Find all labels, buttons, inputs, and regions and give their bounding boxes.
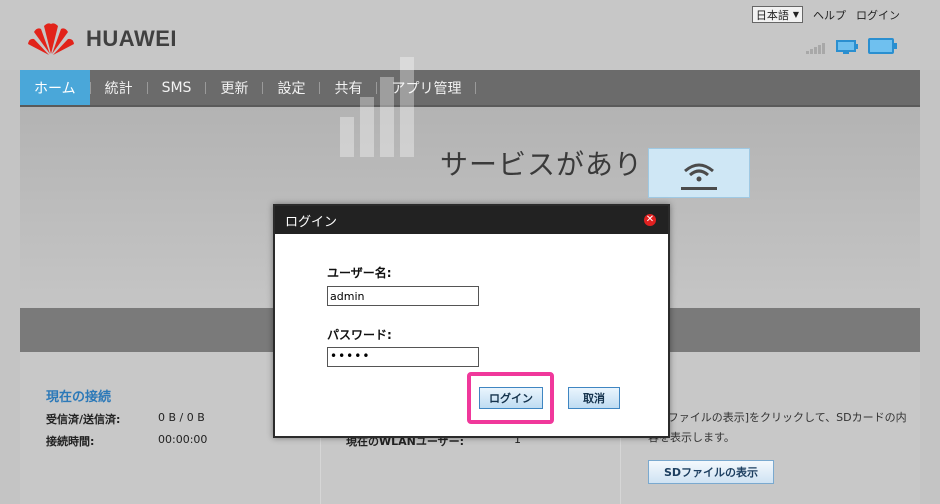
- duration-label: 接続時間:: [46, 435, 95, 448]
- sd-description: [SDファイルの表示]をクリックして、SDカードの内容を表示します。: [648, 411, 907, 444]
- traffic-value: 0 B / 0 B: [158, 411, 205, 424]
- nav-label: 統計: [104, 80, 133, 97]
- login-link[interactable]: ログイン: [856, 7, 900, 23]
- nav-settings[interactable]: 設定: [263, 70, 319, 105]
- language-value: 日本語: [755, 8, 789, 22]
- nav-update[interactable]: 更新: [206, 70, 262, 105]
- duration-value: 00:00:00: [158, 433, 208, 446]
- nav-label: 設定: [277, 80, 306, 97]
- login-dialog: ログイン ✕ ユーザー名: パスワード: ••••• ログイン 取消: [273, 204, 670, 438]
- nav-label: 更新: [220, 80, 249, 97]
- dialog-title: ログイン: [285, 214, 338, 230]
- show-sd-files-button[interactable]: SDファイルの表示: [648, 460, 774, 484]
- header: HUAWEI 日本語 ▼ ヘルプ ログイン: [0, 0, 940, 70]
- top-right-links: 日本語 ▼ ヘルプ ログイン: [751, 6, 900, 23]
- login-button[interactable]: ログイン: [479, 387, 543, 409]
- wifi-tile[interactable]: [648, 148, 750, 198]
- main-nav: ホーム 統計 SMS 更新 設定 共有 アプリ管理: [20, 70, 920, 107]
- signal-strength-icon: [806, 40, 826, 54]
- nav-label: SMS: [161, 79, 192, 96]
- status-icons: [806, 38, 897, 54]
- username-label: ユーザー名:: [327, 266, 392, 280]
- current-connection-title: 現在の接続: [46, 390, 112, 405]
- cancel-button[interactable]: 取消: [568, 387, 620, 409]
- huawei-petal-icon: [26, 22, 76, 56]
- connected-device-icon: [836, 40, 858, 54]
- password-input[interactable]: •••••: [327, 347, 479, 367]
- battery-icon: [868, 38, 897, 54]
- language-select[interactable]: 日本語 ▼: [751, 6, 803, 23]
- huawei-logo[interactable]: HUAWEI: [26, 22, 177, 56]
- nav-statistics[interactable]: 統計: [91, 70, 147, 105]
- traffic-label: 受信済/送信済:: [46, 413, 121, 426]
- router-admin-page: HUAWEI 日本語 ▼ ヘルプ ログイン ホーム 統計 SMS 更新 設定 共…: [0, 0, 940, 504]
- nav-label: ホーム: [34, 80, 76, 97]
- help-link[interactable]: ヘルプ: [813, 7, 846, 23]
- close-icon[interactable]: ✕: [644, 214, 656, 226]
- brand-name: HUAWEI: [86, 26, 177, 51]
- wifi-icon: [681, 163, 717, 190]
- username-input[interactable]: [327, 286, 479, 306]
- nav-sms[interactable]: SMS: [148, 70, 206, 105]
- nav-divider: [475, 81, 477, 94]
- password-label: パスワード:: [327, 328, 392, 342]
- dialog-header: ログイン ✕: [275, 206, 668, 234]
- chevron-down-icon: ▼: [792, 10, 799, 19]
- nav-label: 共有: [334, 80, 363, 97]
- nav-home[interactable]: ホーム: [20, 70, 90, 105]
